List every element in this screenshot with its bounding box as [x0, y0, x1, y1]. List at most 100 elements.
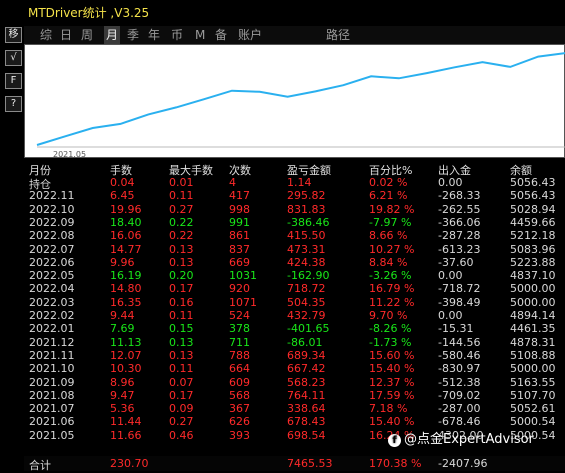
- cell-month: 2022.08: [29, 229, 75, 243]
- cell-bal: 5212.18: [510, 229, 556, 243]
- cell-lots: 9.47: [110, 388, 135, 402]
- cell-pnl: 338.64: [287, 402, 326, 416]
- cell-flow: -678.46: [438, 415, 481, 429]
- cell-flow: 0.00: [438, 176, 463, 189]
- cell-month: 2022.03: [29, 295, 75, 309]
- watermark: f @点金ExpertAdvisor: [388, 428, 534, 447]
- cell-max: 0.11: [169, 362, 194, 376]
- tab-3[interactable]: 月: [104, 26, 121, 44]
- cell-count: 669: [229, 255, 250, 269]
- cell-lots: 10.30: [110, 362, 142, 376]
- cell-month: 2022.04: [29, 282, 75, 296]
- cell-month: 2021.05: [29, 428, 75, 442]
- equity-chart: 2021.05: [24, 44, 565, 159]
- cell-bal: 5000.54: [510, 415, 556, 429]
- cell-lots: 19.96: [110, 202, 142, 216]
- cell-month: 2022.11: [29, 189, 75, 203]
- tab-1[interactable]: 日: [60, 26, 72, 44]
- check-icon[interactable]: √: [5, 50, 22, 66]
- cell-lots: 0.04: [110, 176, 135, 189]
- cell-lots: 9.96: [110, 255, 135, 269]
- cell-max: 0.13: [169, 255, 194, 269]
- tab-5[interactable]: 年: [148, 26, 160, 44]
- cell-pct: 170.38 %: [369, 457, 422, 470]
- filter-icon[interactable]: F: [5, 73, 22, 89]
- cell-month: 2021.11: [29, 348, 75, 362]
- cell-pnl: 831.83: [287, 202, 326, 216]
- cell-lots: 14.80: [110, 282, 142, 296]
- cell-pct: -1.73 %: [369, 335, 412, 349]
- cell-lots: 8.96: [110, 375, 135, 389]
- cell-flow: -287.28: [438, 229, 481, 243]
- cell-month: 2022.01: [29, 322, 75, 336]
- cell-bal: 4878.31: [510, 335, 556, 349]
- cell-max: 0.13: [169, 242, 194, 256]
- cell-pnl: -386.46: [287, 215, 330, 229]
- cell-bal: 5108.88: [510, 348, 556, 362]
- cell-pct: 19.82 %: [369, 202, 415, 216]
- cell-bal: 5083.96: [510, 242, 556, 256]
- cell-pnl: 473.31: [287, 242, 326, 256]
- cell-pnl: 667.42: [287, 362, 326, 376]
- cell-bal: 5223.88: [510, 255, 556, 269]
- tab-0[interactable]: 综: [40, 26, 52, 44]
- tab-4[interactable]: 季: [127, 26, 139, 44]
- cell-pnl: 415.50: [287, 229, 326, 243]
- cell-count: 378: [229, 322, 250, 336]
- cell-max: 0.11: [169, 189, 194, 203]
- cell-pct: 0.02 %: [369, 176, 408, 189]
- tab-10[interactable]: 路径: [326, 26, 350, 44]
- cell-flow: -15.31: [438, 322, 474, 336]
- cell-max: 0.07: [169, 375, 194, 389]
- cell-pct: -7.97 %: [369, 215, 412, 229]
- tab-9[interactable]: 账户: [238, 26, 262, 44]
- cell-flow: -262.55: [438, 202, 481, 216]
- tab-2[interactable]: 周: [81, 26, 93, 44]
- watermark-text: @点金ExpertAdvisor: [404, 432, 534, 447]
- cell-pct: 12.37 %: [369, 375, 415, 389]
- cell-lots: 5.36: [110, 402, 135, 416]
- cell-pnl: 1.14: [287, 176, 312, 189]
- cell-max: 0.01: [169, 176, 194, 189]
- move-icon[interactable]: 移: [5, 27, 22, 43]
- help-icon[interactable]: ?: [5, 96, 22, 112]
- cell-max: 0.22: [169, 229, 194, 243]
- tab-7[interactable]: M: [195, 26, 205, 44]
- cell-flow: -2407.96: [438, 457, 488, 470]
- cell-count: 920: [229, 282, 250, 296]
- cell-flow: -268.33: [438, 189, 481, 203]
- tab-8[interactable]: 备: [215, 26, 227, 44]
- cell-flow: -37.60: [438, 255, 474, 269]
- cell-lots: 11.13: [110, 335, 142, 349]
- equity-line: [36, 52, 565, 146]
- cell-bal: 5000.00: [510, 282, 556, 296]
- cell-month: 2021.10: [29, 362, 75, 376]
- cell-count: 626: [229, 415, 250, 429]
- cell-count: 417: [229, 189, 250, 203]
- stats-table: 月份 手数 最大手数 次数 盈亏金额 百分比% 出入金 余额 持仓 0.04 0.01 4 1.14 0.…: [24, 158, 565, 472]
- cell-bal: 5163.55: [510, 375, 556, 389]
- period-tabs: 综日周月季年币 M 备账户 路径: [24, 26, 565, 45]
- cell-month: 2022.02: [29, 309, 75, 322]
- cell-pnl: -86.01: [287, 335, 323, 349]
- cell-month: 2022.09: [29, 215, 75, 229]
- cell-pnl: 698.54: [287, 428, 326, 442]
- cell-count: 998: [229, 202, 250, 216]
- cell-max: 0.09: [169, 402, 194, 416]
- cell-pct: 9.70 %: [369, 309, 408, 322]
- tab-6[interactable]: 币: [171, 26, 183, 44]
- cell-bal: 4461.35: [510, 322, 556, 336]
- left-toolbar: 移 √ F?: [0, 0, 24, 471]
- cell-max: 0.22: [169, 215, 194, 229]
- cell-lots: 16.35: [110, 295, 142, 309]
- cell-pct: 7.18 %: [369, 402, 408, 416]
- cell-flow: -512.38: [438, 375, 481, 389]
- cell-pnl: 689.34: [287, 348, 326, 362]
- cell-count: 861: [229, 229, 250, 243]
- cell-pnl: 504.35: [287, 295, 326, 309]
- cell-lots: 7.69: [110, 322, 135, 336]
- cell-bal: 5107.70: [510, 388, 556, 402]
- cell-count: 1071: [229, 295, 257, 309]
- cell-month: 2022.06: [29, 255, 75, 269]
- cell-month: 2021.06: [29, 415, 75, 429]
